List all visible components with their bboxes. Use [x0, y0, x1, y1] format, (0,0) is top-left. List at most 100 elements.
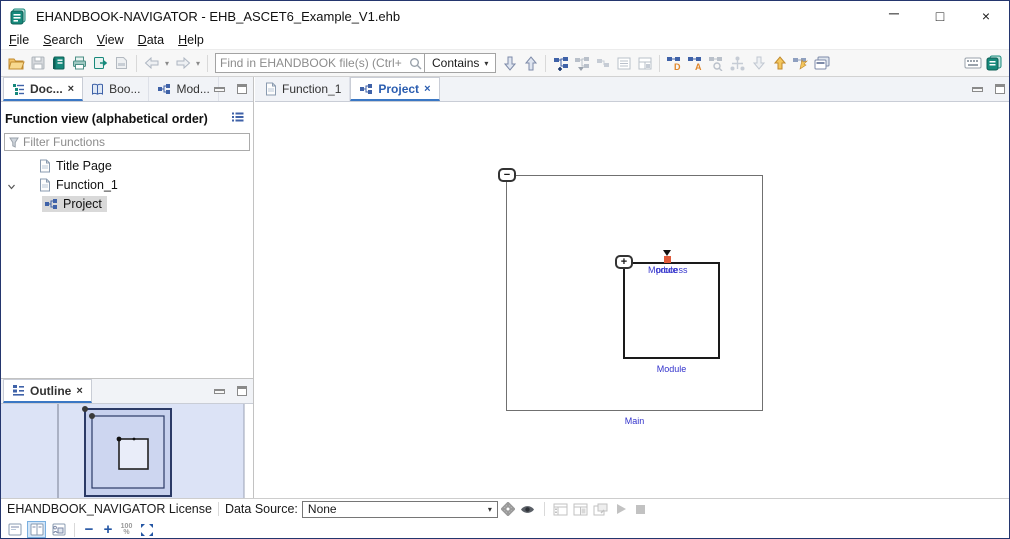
- tab-outline[interactable]: Outline ×: [3, 379, 92, 403]
- window-close-button[interactable]: ×: [963, 1, 1009, 31]
- keyboard-shortcuts-button[interactable]: [962, 52, 983, 74]
- list-view-button[interactable]: [613, 52, 634, 74]
- find-next-button[interactable]: [499, 52, 520, 74]
- split-page-icon: [30, 523, 44, 536]
- search-data-button[interactable]: D: [664, 52, 685, 74]
- chevron-expanded-icon[interactable]: [7, 180, 16, 194]
- single-page-icon: [8, 523, 22, 536]
- table-view-icon: [638, 57, 652, 70]
- view-toolbar: − + 100 %: [1, 519, 1010, 539]
- collapse-main-button[interactable]: −: [498, 168, 516, 182]
- minimize-panel-icon[interactable]: [214, 389, 225, 394]
- expand-module-button[interactable]: +: [615, 255, 633, 269]
- minimize-panel-icon[interactable]: [972, 87, 983, 92]
- expand-hierarchy-button[interactable]: [550, 52, 571, 74]
- stop-visualization-button[interactable]: [631, 504, 651, 515]
- measure-grid-icon: [573, 503, 588, 516]
- navigate-forward-button[interactable]: [172, 52, 193, 74]
- data-source-dropdown[interactable]: None ▾: [302, 501, 498, 518]
- back-history-caret[interactable]: ▾: [162, 59, 172, 68]
- close-icon[interactable]: ×: [68, 83, 74, 95]
- contains-dropdown[interactable]: Contains ▾: [424, 54, 495, 72]
- maximize-panel-icon[interactable]: [995, 84, 1005, 94]
- module-block-label: Module: [623, 364, 720, 374]
- tab-document-view[interactable]: Doc... ×: [3, 77, 83, 101]
- tab-project[interactable]: Project ×: [350, 77, 439, 101]
- toolbar-separator: [659, 55, 660, 72]
- menu-file[interactable]: File: [2, 33, 36, 47]
- view-menu-icon[interactable]: [231, 111, 245, 126]
- measure-window-button[interactable]: [591, 503, 611, 516]
- step-out-button[interactable]: [769, 52, 790, 74]
- tree-item-title-page[interactable]: Title Page: [1, 156, 253, 175]
- ehb-info-button[interactable]: [983, 52, 1004, 74]
- close-icon[interactable]: ×: [76, 385, 82, 397]
- zoom-level-button[interactable]: 100 %: [119, 524, 134, 536]
- menu-bar: File Search View Data Help: [1, 31, 1009, 49]
- step-into-button[interactable]: [748, 52, 769, 74]
- find-input[interactable]: [216, 56, 406, 70]
- pdf-export-button[interactable]: [111, 52, 132, 74]
- open-handbook-button[interactable]: [48, 52, 69, 74]
- module-port-marker[interactable]: [664, 256, 671, 263]
- zoom-in-button[interactable]: +: [100, 521, 116, 538]
- data-source-settings-button[interactable]: [498, 502, 518, 516]
- menu-search[interactable]: Search: [36, 33, 90, 47]
- chevron-down-icon: ▾: [484, 59, 488, 68]
- thumbnail-view-button[interactable]: [49, 521, 68, 538]
- viewbar-separator: [74, 523, 75, 537]
- close-icon[interactable]: ×: [424, 83, 430, 95]
- measure-window-icon: [593, 503, 608, 516]
- panel-window-buttons: [214, 386, 247, 396]
- minimize-panel-icon[interactable]: [214, 87, 225, 92]
- measure-grid-button[interactable]: [571, 503, 591, 516]
- menu-help[interactable]: Help: [171, 33, 211, 47]
- diagram-canvas[interactable]: − Main + Module process Module: [255, 102, 1010, 498]
- measure-list-button[interactable]: [551, 503, 571, 516]
- show-values-button[interactable]: [518, 504, 538, 515]
- export-button[interactable]: [90, 52, 111, 74]
- tab-function-1[interactable]: Function_1: [257, 77, 350, 101]
- statusbar-separator: [544, 502, 545, 516]
- search-labels-button[interactable]: A: [685, 52, 706, 74]
- module-block[interactable]: [623, 262, 720, 359]
- tree-item-project[interactable]: Project: [1, 194, 253, 213]
- tree-item-function-1[interactable]: Function_1: [1, 175, 253, 194]
- search-model-button[interactable]: [706, 52, 727, 74]
- find-previous-button[interactable]: [520, 52, 541, 74]
- filter-functions-input[interactable]: [23, 135, 245, 149]
- collapse-all-button[interactable]: [592, 52, 613, 74]
- goto-model-button[interactable]: [790, 52, 811, 74]
- tab-bookmarks[interactable]: Boo...: [83, 77, 149, 101]
- outline-tabbar: Outline ×: [1, 379, 253, 404]
- open-file-button[interactable]: [6, 52, 27, 74]
- window-minimize-button[interactable]: ─: [871, 1, 917, 31]
- table-view-button[interactable]: [634, 52, 655, 74]
- show-panel-button[interactable]: [811, 52, 832, 74]
- list-view-icon: [617, 57, 631, 70]
- ehb-logo-icon: [986, 55, 1002, 71]
- play-icon: [615, 503, 627, 515]
- panel-window-buttons: [972, 84, 1005, 94]
- maximize-panel-icon[interactable]: [237, 386, 247, 396]
- split-page-view-button[interactable]: [27, 521, 46, 538]
- split-view-button[interactable]: [727, 52, 748, 74]
- collapse-hierarchy-button[interactable]: [571, 52, 592, 74]
- menu-view[interactable]: View: [90, 33, 131, 47]
- menu-data[interactable]: Data: [131, 33, 171, 47]
- single-page-view-button[interactable]: [5, 521, 24, 538]
- maximize-panel-icon[interactable]: [237, 84, 247, 94]
- arrow-down-icon: [504, 56, 516, 71]
- window-maximize-button[interactable]: □: [917, 1, 963, 31]
- start-visualization-button[interactable]: [611, 503, 631, 515]
- outline-thumbnail[interactable]: [1, 404, 253, 498]
- forward-history-caret[interactable]: ▾: [193, 59, 203, 68]
- navigate-back-button[interactable]: [141, 52, 162, 74]
- print-button[interactable]: [69, 52, 90, 74]
- save-button[interactable]: [27, 52, 48, 74]
- fit-to-screen-button[interactable]: [137, 521, 156, 538]
- zoom-out-button[interactable]: −: [81, 521, 97, 538]
- data-source-label: Data Source:: [225, 502, 298, 516]
- tab-model-view[interactable]: Mod...: [149, 77, 218, 101]
- process-label: process: [656, 265, 688, 275]
